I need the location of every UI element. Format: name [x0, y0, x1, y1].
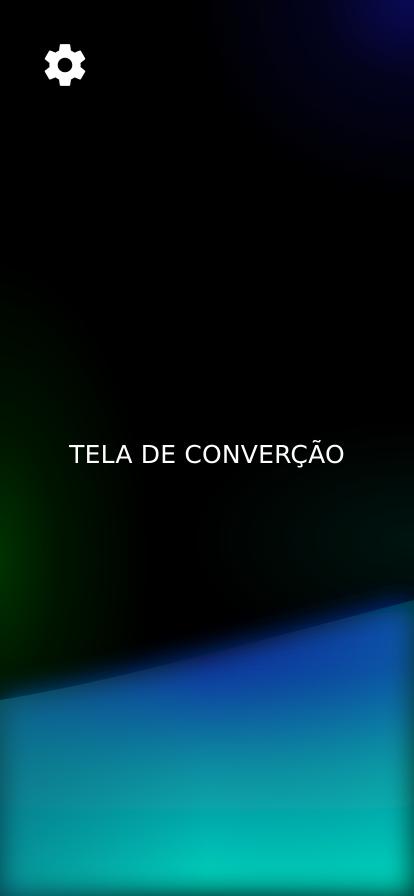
settings-button[interactable] — [40, 40, 90, 90]
screen-title: TELA DE CONVERÇÃO — [69, 440, 345, 469]
conversion-screen: TELA DE CONVERÇÃO — [0, 0, 414, 896]
gear-icon — [44, 44, 86, 86]
